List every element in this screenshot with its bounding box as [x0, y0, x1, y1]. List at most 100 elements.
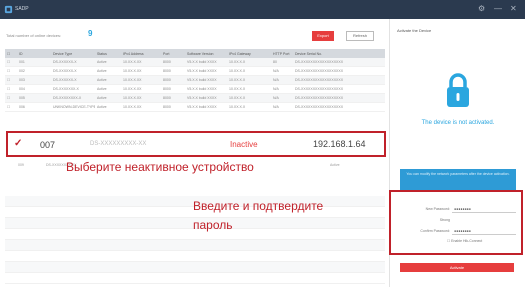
activation-status: The device is not activated.: [421, 120, 495, 126]
table-row[interactable]: ☐ 004 DS-XXXXXXX-X Active 10.XX.X.XX 800…: [5, 85, 385, 94]
device-ip: 192.168.1.64: [313, 139, 366, 149]
checkbox-icon[interactable]: ☐: [447, 239, 450, 243]
hik-connect-checkbox[interactable]: ☐ Enable Hik-Connect: [447, 239, 482, 243]
new-password-input[interactable]: ●●●●●●●●: [452, 207, 516, 213]
table-row[interactable]: ☐ 002 DS-XXXXXX-X Active 10.XX.X.XX 8000…: [5, 67, 385, 76]
column-header[interactable]: Device Type: [51, 52, 95, 56]
table-cell: 10.XX.X.XX: [123, 60, 142, 64]
table-cell: N/A: [273, 87, 279, 91]
minimize-button[interactable]: —: [494, 4, 502, 14]
column-header[interactable]: HTTP Port: [271, 52, 293, 56]
device-table: ☐ ID Device Type Status IPv4 Address Por…: [5, 49, 385, 112]
table-cell: 10.XX.X.X: [229, 60, 246, 64]
strength-meter: [452, 218, 516, 224]
table-cell: 10.XX.X.X: [229, 78, 246, 82]
column-header[interactable]: Status: [95, 52, 121, 56]
info-message: You can modify the network parameters af…: [400, 169, 516, 190]
lock-icon: [447, 73, 469, 107]
table-cell: 80: [273, 60, 277, 64]
table-cell: V5.X.X build XXXX: [187, 105, 217, 109]
table-cell: DS-XXXXXXXXXXXXXXXXXX: [295, 105, 344, 109]
table-cell: DS-XXXXXXXXXXXXXXXXXX: [295, 60, 344, 64]
row-checkbox[interactable]: ☐: [5, 60, 17, 64]
table-cell: 8000: [163, 96, 171, 100]
column-header[interactable]: ID: [17, 52, 51, 56]
confirm-password-label: Confirm Password:: [420, 229, 450, 233]
table-cell: DS-XXXXXX-X: [53, 69, 77, 73]
select-all-checkbox[interactable]: ☐: [5, 52, 17, 56]
table-cell: N/A: [273, 78, 279, 82]
table-cell: 10.XX.X.X: [229, 105, 246, 109]
table-cell: V5.X.X build XXXX: [187, 60, 217, 64]
password-form: New Password: ●●●●●●●● Strong Confirm Pa…: [389, 190, 523, 255]
column-header[interactable]: Port: [161, 52, 185, 56]
device-count: 9: [88, 29, 93, 38]
new-password-label: New Password:: [425, 207, 450, 211]
table-cell: 10.XX.X.XX: [123, 69, 142, 73]
table-row[interactable]: ☐ 006 UNKNOWN-DEVICE-TYPE Active 10.XX.X…: [5, 103, 385, 112]
table-cell: UNKNOWN-DEVICE-TYPE: [53, 105, 95, 109]
table-cell: 10.XX.X.X: [229, 96, 246, 100]
table-row[interactable]: ☐ 003 DS-XXXXXX-X Active 10.XX.X.XX 8000…: [5, 76, 385, 85]
table-cell: 10.XX.X.XX: [123, 105, 142, 109]
table-cell: N/A: [273, 69, 279, 73]
table-cell: 001: [19, 60, 25, 64]
row-checkbox[interactable]: ☐: [5, 87, 17, 91]
row-checkbox[interactable]: ☐: [5, 105, 17, 109]
table-cell: Active: [330, 163, 340, 167]
confirm-password-row: Confirm Password: ●●●●●●●●: [394, 229, 520, 236]
new-password-row: New Password: ●●●●●●●●: [394, 207, 520, 214]
strength-row: Strong: [394, 218, 520, 225]
title-bar: SADP ⚙ — ✕: [0, 0, 525, 19]
table-cell: DS-XXXXXXX-X: [53, 87, 79, 91]
activate-button[interactable]: Activate: [400, 263, 514, 272]
table-cell: Active: [97, 96, 107, 100]
row-checkbox[interactable]: ☐: [5, 69, 17, 73]
panel-title: Activate the Device: [397, 28, 432, 33]
row-checkbox-checked[interactable]: ✓: [14, 138, 22, 149]
confirm-password-input[interactable]: ●●●●●●●●: [452, 229, 516, 235]
table-cell: Active: [97, 105, 107, 109]
table-cell: 10.XX.X.X: [229, 87, 246, 91]
table-cell: 009: [18, 163, 24, 167]
online-devices-info: Total number of online devices:: [6, 33, 62, 38]
row-checkbox[interactable]: ☐: [5, 96, 17, 100]
table-cell: 003: [19, 78, 25, 82]
table-cell: 002: [19, 69, 25, 73]
column-header[interactable]: IPv4 Gateway: [227, 52, 271, 56]
table-cell: DS-XXXXXXXXXXXXXXXXXX: [295, 69, 344, 73]
column-header[interactable]: IPv4 Address: [121, 52, 161, 56]
table-cell: 10.XX.X.X: [229, 69, 246, 73]
annotation-enter-password: Введите и подтвердите пароль: [193, 197, 323, 235]
app-logo-icon: [4, 5, 13, 14]
settings-icon[interactable]: ⚙: [478, 4, 485, 14]
table-cell: V5.X.X build XXXX: [187, 87, 217, 91]
row-checkbox[interactable]: ☐: [5, 78, 17, 82]
export-button[interactable]: Export: [312, 31, 334, 41]
table-cell: N/A: [273, 105, 279, 109]
table-cell: DS-XXXXXX-X: [53, 60, 77, 64]
table-cell: Active: [97, 78, 107, 82]
table-cell: 8000: [163, 105, 171, 109]
table-cell: V5.X.X build XXXX: [187, 69, 217, 73]
table-cell: DS-XXXXXXXXXXXXXXXXXX: [295, 96, 344, 100]
table-cell: 8000: [163, 69, 171, 73]
column-header[interactable]: Software Version: [185, 52, 227, 56]
table-cell: Active: [97, 60, 107, 64]
device-id: 007: [40, 140, 56, 150]
selected-device-row[interactable]: ✓ 007 DS-XXXXXXXXX-XX Inactive 192.168.1…: [6, 131, 386, 157]
password-strength-label: Strong: [439, 218, 450, 222]
annotation-line: пароль: [193, 218, 233, 232]
table-cell: V5.X.X build XXXX: [187, 78, 217, 82]
column-header[interactable]: Device Serial No.: [293, 52, 375, 56]
annotation-select-device: Выберите неактивное устройство: [66, 160, 254, 174]
table-row[interactable]: ☐ 005 DS-XXXXXXXX-X Active 10.XX.X.XX 80…: [5, 94, 385, 103]
close-button[interactable]: ✕: [510, 4, 517, 14]
table-row[interactable]: ☐ 001 DS-XXXXXX-X Active 10.XX.X.XX 8000…: [5, 58, 385, 67]
table-cell: DS-XXXXXX-X: [53, 78, 77, 82]
table-cell: 8000: [163, 78, 171, 82]
table-cell: Active: [97, 69, 107, 73]
refresh-button[interactable]: Refresh: [346, 31, 374, 41]
table-header: ☐ ID Device Type Status IPv4 Address Por…: [5, 49, 385, 58]
table-cell: 004: [19, 87, 25, 91]
